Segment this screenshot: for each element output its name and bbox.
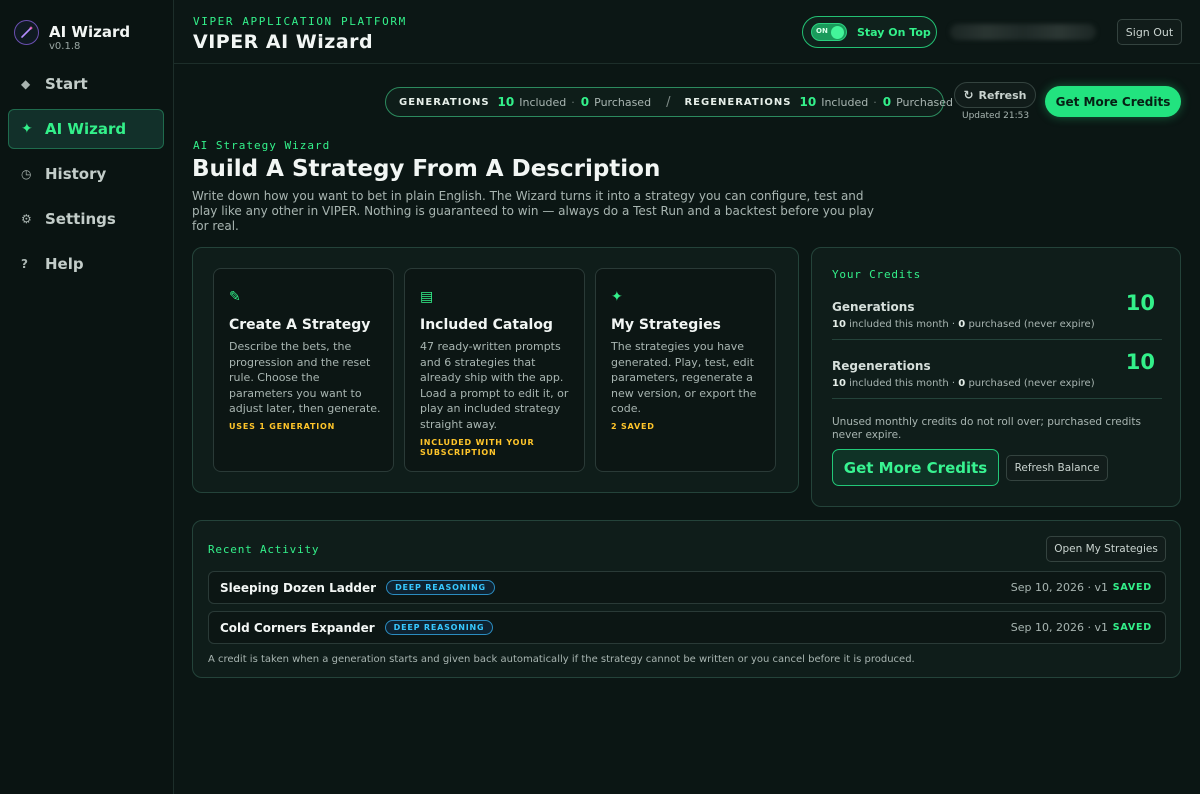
sidebar-nav: ◆ Start ✦ AI Wizard ◷ History ⚙ Settings… (8, 64, 164, 289)
sidebar-item-start[interactable]: ◆ Start (8, 64, 164, 104)
list-icon: ▤ (420, 289, 434, 305)
card-tag: INCLUDED WITH YOUR SUBSCRIPTION (420, 438, 535, 457)
activity-note: A credit is taken when a generation star… (208, 654, 915, 665)
card-title: Included Catalog (420, 317, 553, 333)
create-strategy-card[interactable]: ✎ Create A Strategy Describe the bets, t… (213, 268, 394, 472)
card-title: Create A Strategy (229, 317, 371, 333)
card-description: The strategies you have generated. Play,… (611, 340, 757, 415)
sidebar-item-label: AI Wizard (45, 120, 127, 138)
pill-slash: / (666, 94, 671, 110)
sidebar-item-help[interactable]: ? Help (8, 244, 164, 284)
separator-dot: · (571, 95, 575, 109)
recent-activity-kicker: Recent Activity (208, 543, 320, 556)
clock-icon: ◷ (21, 167, 32, 181)
activity-row[interactable]: Sleeping Dozen Ladder DEEP REASONING Sep… (208, 571, 1166, 604)
updated-timestamp: Updated 21:53 (962, 111, 1030, 121)
generations-label: GENERATIONS (399, 96, 490, 108)
status-badge: SAVED (1112, 582, 1152, 593)
get-more-credits-panel-button[interactable]: Get More Credits (832, 449, 999, 486)
included-text: Included (821, 95, 869, 109)
your-credits-panel: Your Credits Generations 10 included thi… (811, 247, 1181, 507)
header: VIPER APPLICATION PLATFORM VIPER AI Wiza… (174, 0, 1200, 64)
sidebar: AI Wizard v0.1.8 ◆ Start ✦ AI Wizard ◷ H… (0, 0, 174, 794)
recent-activity-panel: Recent Activity Open My Strategies Sleep… (192, 520, 1181, 678)
sparkle-icon: ✦ (21, 121, 33, 137)
page-title: VIPER AI Wizard (193, 31, 374, 53)
card-description: Describe the bets, the progression and t… (229, 340, 381, 415)
regenerations-included: 10 (799, 95, 817, 109)
purchased-text: Purchased (594, 95, 652, 109)
get-more-credits-button[interactable]: Get More Credits (1045, 86, 1181, 117)
regenerations-breakdown: 10 included this month · 0 purchased (ne… (832, 378, 1095, 389)
toggle-knob (831, 26, 844, 39)
pencil-icon: ✎ (229, 289, 241, 305)
included-text: Included (519, 95, 567, 109)
generations-breakdown: 10 included this month · 0 purchased (ne… (832, 319, 1095, 330)
credits-note: Unused monthly credits do not roll over;… (832, 416, 1141, 441)
question-icon: ? (21, 257, 28, 271)
refresh-label: Refresh (978, 88, 1027, 102)
activity-date: Sep 10, 2026 · v1 (1010, 581, 1108, 594)
strategy-name: Cold Corners Expander (220, 620, 375, 635)
my-strategies-card[interactable]: ✦ My Strategies The strategies you have … (595, 268, 776, 472)
card-description: 47 ready-written prompts and 6 strategie… (420, 340, 569, 431)
generations-total: 10 (1125, 291, 1155, 315)
activity-date: Sep 10, 2026 · v1 (1010, 621, 1108, 634)
sidebar-item-ai-wizard[interactable]: ✦ AI Wizard (8, 109, 164, 149)
sidebar-item-history[interactable]: ◷ History (8, 154, 164, 194)
divider (832, 398, 1162, 399)
brand: AI Wizard v0.1.8 (0, 0, 173, 60)
refresh-icon: ↻ (963, 88, 974, 102)
gear-icon: ⚙ (21, 212, 32, 226)
card-title: My Strategies (611, 317, 721, 333)
platform-kicker: VIPER APPLICATION PLATFORM (193, 15, 407, 28)
brand-title: AI Wizard (49, 22, 131, 41)
generations-included: 10 (497, 95, 515, 109)
toggle-switch[interactable]: ON (811, 23, 847, 41)
sidebar-item-label: Start (45, 75, 88, 93)
stay-on-top-toggle[interactable]: ON Stay On Top (802, 16, 937, 48)
sidebar-item-label: Settings (45, 210, 116, 228)
card-tag: 2 SAVED (611, 422, 655, 431)
wand-icon (14, 19, 39, 45)
toggle-state: ON (816, 27, 828, 35)
sign-out-button[interactable]: Sign Out (1117, 19, 1182, 45)
sidebar-item-settings[interactable]: ⚙ Settings (8, 199, 164, 239)
main-heading: Build A Strategy From A Description (192, 156, 661, 182)
stay-on-top-label: Stay On Top (857, 25, 931, 39)
options-panel: ✎ Create A Strategy Describe the bets, t… (192, 247, 799, 493)
sidebar-item-label: History (45, 165, 107, 183)
your-credits-kicker: Your Credits (832, 268, 922, 281)
open-my-strategies-button[interactable]: Open My Strategies (1046, 536, 1166, 562)
strategy-name: Sleeping Dozen Ladder (220, 580, 377, 595)
separator-dot: · (873, 95, 877, 109)
regenerations-total: 10 (1125, 350, 1155, 374)
refresh-button[interactable]: ↻ Refresh (954, 82, 1036, 108)
reasoning-badge: DEEP REASONING (384, 620, 494, 635)
sparkle-icon: ✦ (611, 289, 623, 305)
diamond-icon: ◆ (21, 77, 31, 91)
included-catalog-card[interactable]: ▤ Included Catalog 47 ready-written prom… (404, 268, 585, 472)
generations-label: Generations (832, 300, 915, 314)
regenerations-label: Regenerations (832, 359, 931, 373)
credits-summary-pill: GENERATIONS 10 Included · 0 Purchased / … (385, 87, 953, 117)
status-badge: SAVED (1112, 622, 1152, 633)
activity-row[interactable]: Cold Corners Expander DEEP REASONING Sep… (208, 611, 1166, 644)
user-email-redacted (950, 24, 1096, 40)
generations-purchased: 0 (580, 95, 590, 109)
regenerations-purchased: 0 (882, 95, 892, 109)
main-description: Write down how you want to bet in plain … (192, 189, 875, 233)
section-kicker: AI Strategy Wizard (193, 139, 331, 152)
refresh-balance-button[interactable]: Refresh Balance (1006, 455, 1108, 481)
divider (832, 339, 1162, 340)
regenerations-label: REGENERATIONS (684, 96, 792, 108)
brand-version: v0.1.8 (49, 40, 81, 52)
reasoning-badge: DEEP REASONING (386, 580, 495, 595)
sidebar-item-label: Help (45, 255, 84, 273)
purchased-text: Purchased (896, 95, 954, 109)
card-tag: USES 1 GENERATION (229, 422, 336, 431)
